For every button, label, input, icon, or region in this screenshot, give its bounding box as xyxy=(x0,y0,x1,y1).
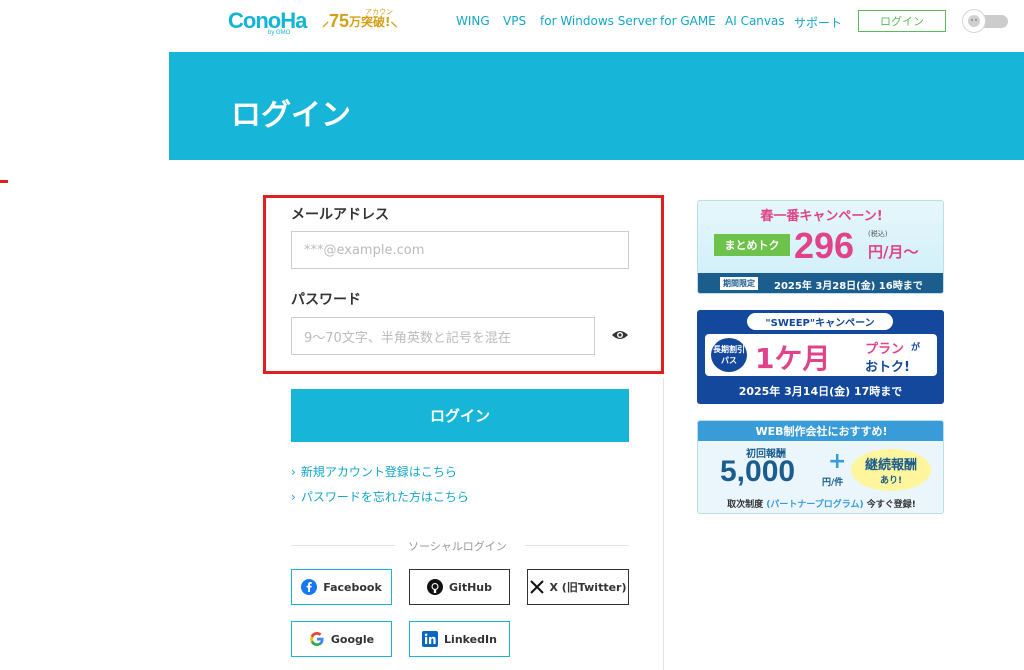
web-plus: + xyxy=(828,449,847,474)
web-footer: 取次制度 (パートナープログラム) 今すぐ登録! xyxy=(698,497,943,510)
facebook-login-button[interactable]: Facebook xyxy=(291,569,392,605)
nav-support[interactable]: サポート xyxy=(794,14,842,31)
divider-vertical xyxy=(663,378,664,670)
nav-vps[interactable]: VPS xyxy=(503,14,526,28)
x-icon xyxy=(529,580,544,594)
logo-sub: by GMO xyxy=(268,30,291,36)
face-icon xyxy=(962,9,986,33)
web-footer-b: (パートナープログラム) xyxy=(766,500,864,510)
web-footer-a: 取次制度 xyxy=(727,500,764,510)
spring-limit: 期間限定 xyxy=(720,277,758,290)
sweep-tag1: 長期割引 xyxy=(713,345,745,354)
spring-campaign-banner[interactable]: 春一番キャンペーン! まとめトク 296 (税込) 円/月〜 期間限定 2025… xyxy=(697,200,944,294)
spring-tax: (税込) xyxy=(868,230,888,238)
sweep-otoku: おトク! xyxy=(865,360,910,375)
email-label: メールアドレス xyxy=(291,207,389,223)
web-footer-c: 今すぐ登録! xyxy=(866,500,916,510)
x-login-button[interactable]: X (旧Twitter) xyxy=(527,569,629,605)
spring-title: 春一番キャンペーン! xyxy=(760,209,883,224)
laurel-left-icon: ⸝ xyxy=(322,13,329,30)
x-label: X (旧Twitter) xyxy=(549,581,627,594)
page-title: ログイン xyxy=(231,98,351,133)
sweep-pass-badge: 長期割引 パス xyxy=(711,338,747,372)
sweep-campaign-banner[interactable]: "SWEEP"キャンペーン 長期割引 パス 1ケ月 プラン が おトク! 202… xyxy=(697,310,944,404)
sweep-title: "SWEEP"キャンペーン xyxy=(747,313,893,330)
chevron-right-icon: › xyxy=(291,490,296,504)
google-icon xyxy=(309,631,325,647)
google-label: Google xyxy=(330,632,375,646)
linkedin-icon xyxy=(422,631,439,647)
spring-tag: まとめトク xyxy=(714,234,790,256)
web-per: 円/件 xyxy=(822,478,844,488)
spring-unit: 円/月〜 xyxy=(868,243,919,261)
sweep-plan: プラン xyxy=(865,342,905,357)
forgot-password-link[interactable]: › パスワードを忘れた方はこちら xyxy=(291,486,469,505)
conoha-logo[interactable]: ConoHa by GMO xyxy=(228,8,308,36)
nav-wing[interactable]: WING xyxy=(456,14,490,28)
sweep-tag2: パス xyxy=(721,356,737,365)
password-field[interactable]: 9〜70文字、半角英数と記号を混在 xyxy=(291,317,595,355)
linkedin-label: LinkedIn xyxy=(444,632,497,646)
nav-windows-server[interactable]: for Windows Server xyxy=(540,14,657,28)
web-cont: 継続報酬 xyxy=(864,458,917,473)
nav-ai-canvas[interactable]: AI Canvas xyxy=(725,14,785,28)
spring-price: 296 xyxy=(794,225,855,266)
github-label: GitHub xyxy=(449,580,492,594)
social-login-label: ソーシャルログイン xyxy=(408,540,507,553)
forgot-link-label: パスワードを忘れた方はこちら xyxy=(300,490,469,504)
register-link-label: 新規アカウント登録はこちら xyxy=(300,465,457,479)
linkedin-login-button[interactable]: LinkedIn xyxy=(409,621,510,657)
spring-date: 2025年 3月28日(金) 16時まで xyxy=(774,281,923,292)
eye-icon[interactable] xyxy=(611,327,629,346)
theme-toggle[interactable] xyxy=(962,9,1008,33)
spring-footer: 期間限定 2025年 3月28日(金) 16時まで xyxy=(698,273,943,293)
web-cont-badge: 継続報酬 あり! xyxy=(851,449,931,491)
register-link[interactable]: › 新規アカウント登録はこちら xyxy=(291,461,457,480)
facebook-label: Facebook xyxy=(323,580,382,594)
sweep-ga: が xyxy=(911,343,921,353)
facebook-icon xyxy=(301,579,318,595)
sweep-panel: 長期割引 パス 1ケ月 プラン が おトク! xyxy=(705,334,937,376)
badge-unit: 万 xyxy=(349,14,362,29)
login-submit-button[interactable]: ログイン xyxy=(291,389,629,442)
web-partner-banner[interactable]: WEB制作会社におすすめ! 初回報酬 5,000 円/件 + 継続報酬 あり! … xyxy=(697,420,944,514)
google-login-button[interactable]: Google xyxy=(291,621,392,657)
chevron-right-icon: › xyxy=(291,465,296,479)
header-login-button[interactable]: ログイン xyxy=(858,10,946,32)
sweep-date: 2025年 3月14日(金) 17時まで xyxy=(738,385,903,398)
web-ari: あり! xyxy=(879,476,903,486)
password-label: パスワード xyxy=(291,292,361,308)
github-login-button[interactable]: GitHub xyxy=(409,569,510,605)
email-field[interactable]: ***@example.com xyxy=(291,231,629,269)
badge-number: 75 xyxy=(329,10,350,31)
web-amount: 5,000 xyxy=(720,455,796,488)
nav-game[interactable]: for GAME xyxy=(660,14,716,28)
accounts-badge: ⸝ 75 万 突破! アカウント ⸜ xyxy=(322,8,398,33)
sweep-big: 1ケ月 xyxy=(755,342,831,375)
red-mark xyxy=(0,180,8,183)
badge-small: アカウント xyxy=(365,8,393,26)
divider-right xyxy=(525,545,629,546)
divider-left xyxy=(291,545,395,546)
web-title: WEB制作会社におすすめ! xyxy=(698,421,943,441)
github-icon xyxy=(427,579,444,595)
